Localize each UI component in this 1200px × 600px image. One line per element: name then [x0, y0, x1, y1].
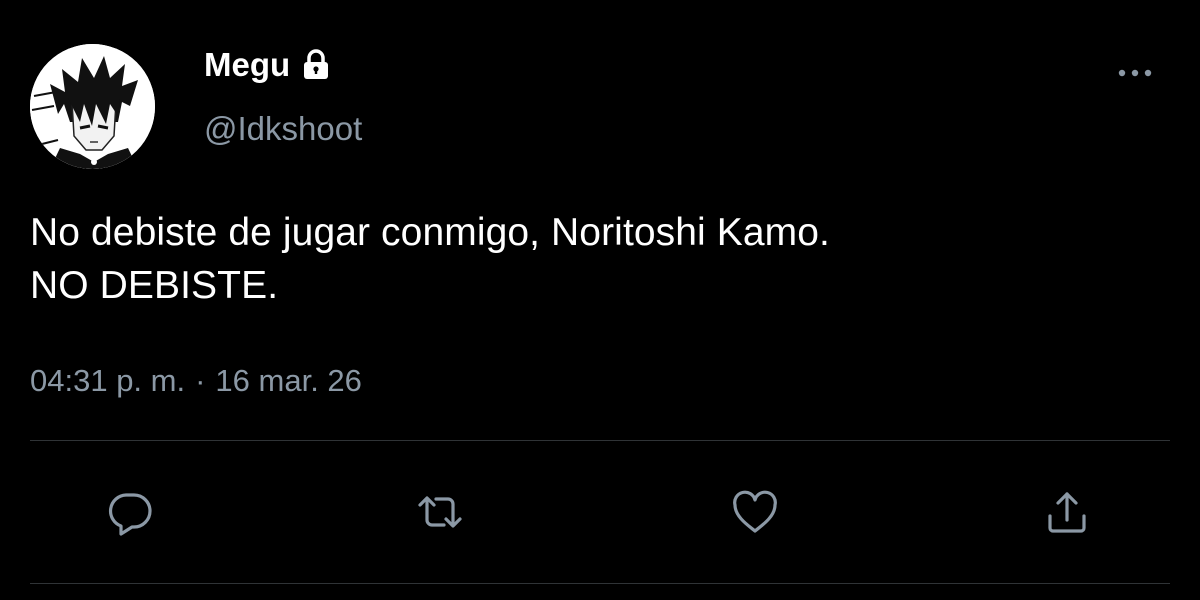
avatar[interactable] — [30, 44, 155, 169]
retweet-button[interactable] — [410, 482, 470, 542]
avatar-image — [30, 44, 155, 169]
tweet-text: No debiste de jugar conmigo, Noritoshi K… — [30, 211, 830, 307]
timestamp-separator: · — [195, 363, 206, 398]
share-button[interactable] — [1037, 482, 1097, 542]
retweet-icon — [418, 496, 462, 528]
reply-icon — [108, 493, 152, 536]
display-name-text: Megu — [204, 46, 291, 83]
tweet-time: 04:31 p. m. — [30, 363, 186, 398]
reply-button[interactable] — [100, 482, 160, 542]
share-icon — [1048, 492, 1086, 533]
tweet-actions-bar — [0, 482, 1200, 542]
more-horizontal-icon — [1118, 69, 1152, 77]
divider — [30, 440, 1170, 441]
divider — [30, 583, 1170, 584]
more-options-button[interactable] — [1110, 58, 1160, 88]
lock-icon — [298, 47, 334, 83]
user-handle[interactable]: @Idkshoot — [204, 110, 362, 148]
tweet-timestamp[interactable]: 04:31 p. m. · 16 mar. 26 — [30, 363, 362, 399]
user-display-name[interactable]: Megu — [204, 46, 334, 84]
tweet-date: 16 mar. 26 — [215, 363, 362, 398]
like-button[interactable] — [725, 482, 785, 542]
tweet-detail: Megu @Idkshoot No debiste de jugar conmi… — [0, 0, 1200, 600]
heart-icon — [733, 490, 777, 533]
